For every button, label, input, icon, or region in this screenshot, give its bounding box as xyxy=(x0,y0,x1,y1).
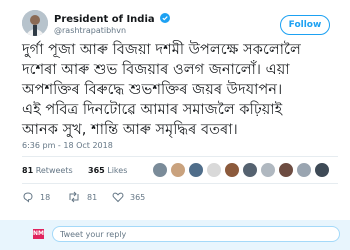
divider xyxy=(22,156,338,157)
like-count: 365 xyxy=(130,192,146,202)
reply-bar: NM xyxy=(0,220,350,250)
tweet-line: এই পবিত্ৰ দিনটোৱে আমাৰ সমাজলৈ কঢ়িয়াই xyxy=(22,101,283,118)
divider xyxy=(22,183,338,184)
follow-button[interactable]: Follow xyxy=(280,15,330,35)
likes-label: Likes xyxy=(107,166,128,175)
tweet-line: দুৰ্গা পূজা আৰু বিজয়া দশমী উপলক্ষে সকলো… xyxy=(22,41,301,58)
liker-avatar[interactable] xyxy=(296,162,312,178)
liker-avatar[interactable] xyxy=(314,162,330,178)
retweet-action[interactable]: 81 xyxy=(67,190,97,204)
reply-icon xyxy=(23,192,33,203)
reply-input[interactable] xyxy=(52,226,340,242)
display-name[interactable]: President of India xyxy=(54,13,171,25)
likes-count: 365 xyxy=(88,166,105,175)
liker-avatar[interactable] xyxy=(206,162,222,178)
profile-avatar[interactable] xyxy=(22,10,48,36)
tweet-line: দশেৰা আৰু শুভ বিজয়াৰ ওলগ জনালোঁ। এয়া xyxy=(22,61,290,78)
like-action[interactable]: 365 xyxy=(112,190,145,204)
display-name-text[interactable]: President of India xyxy=(54,14,155,25)
heart-icon xyxy=(112,192,124,203)
retweets-label: Retweets xyxy=(35,166,73,175)
user-avatar[interactable]: NM xyxy=(33,229,44,239)
retweet-count: 81 xyxy=(87,192,98,202)
liker-avatar[interactable] xyxy=(242,162,258,178)
reply-action[interactable]: 18 xyxy=(22,190,50,204)
reply-count: 18 xyxy=(40,192,51,202)
liker-avatar[interactable] xyxy=(152,162,168,178)
tweet-line: আনক সুখ, শান্তি আৰু সমৃদ্ধিৰ বতৰা। xyxy=(22,121,238,138)
retweets-count: 81 xyxy=(22,166,34,175)
verified-badge-icon xyxy=(160,13,171,23)
retweets-stat[interactable]: 81 Retweets xyxy=(22,166,73,175)
tweet-timestamp[interactable]: 6:36 pm - 18 Oct 2018 xyxy=(22,141,113,150)
liker-avatar[interactable] xyxy=(224,162,240,178)
retweet-icon xyxy=(69,191,79,203)
tweet-text: দুৰ্গা পূজা আৰু বিজয়া দশমী উপলক্ষে সকলো… xyxy=(22,40,342,140)
liker-avatar[interactable] xyxy=(188,162,204,178)
tweet-actions: 18 81 365 xyxy=(22,190,342,206)
user-handle[interactable]: @rashtrapatibhvn xyxy=(54,26,126,35)
liker-avatar[interactable] xyxy=(170,162,186,178)
likes-stat[interactable]: 365 Likes xyxy=(88,166,127,175)
tweet-header: President of India @rashtrapatibhvn Foll… xyxy=(22,10,340,40)
tweet-line: অপশক্তিৰ বিৰুদ্ধে শুভশক্তিৰ জয়ৰ উদযাপন। xyxy=(22,81,283,98)
tweet-stats: 81 Retweets 365 Likes xyxy=(22,160,342,182)
liker-avatar[interactable] xyxy=(278,162,294,178)
liker-avatar[interactable] xyxy=(260,162,276,178)
